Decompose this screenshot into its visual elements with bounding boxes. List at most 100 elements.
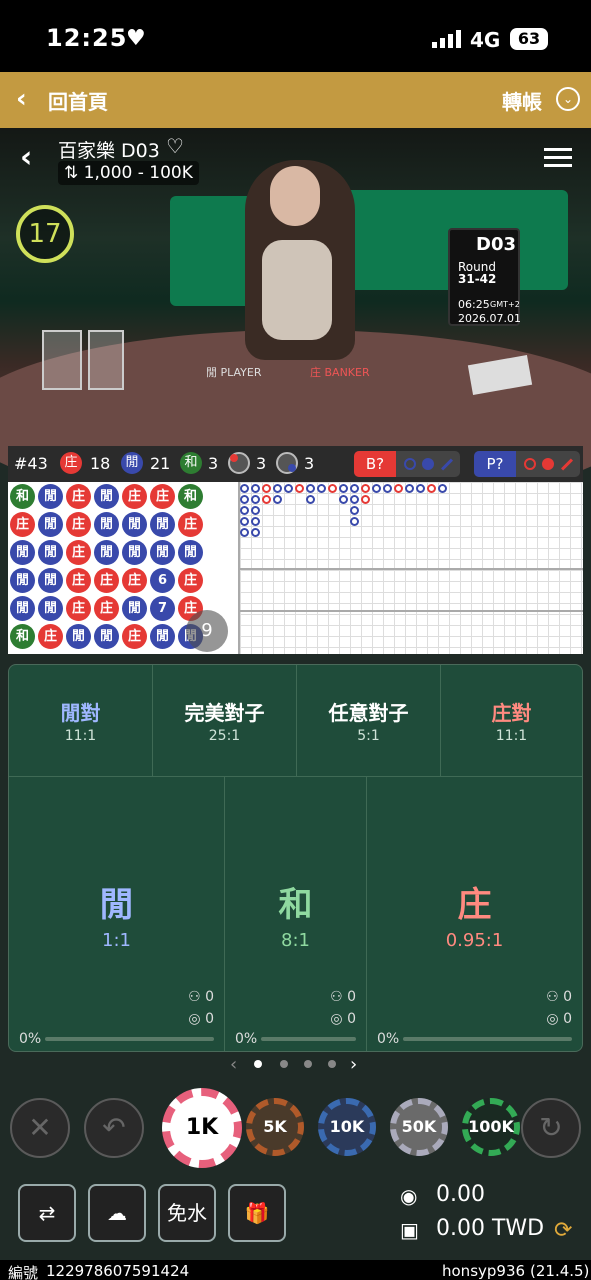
either-pair-odds: 5:1 xyxy=(357,728,380,744)
bead-cell: 庄 xyxy=(178,512,203,537)
perfect-pair-bet[interactable]: 完美對子 25:1 xyxy=(153,665,297,777)
page-dot[interactable] xyxy=(304,1060,312,1068)
chevron-down-icon[interactable]: ⌄ xyxy=(556,87,580,111)
chip-100k[interactable]: 100K xyxy=(462,1098,520,1156)
betting-panel: 閒對 11:1 完美對子 25:1 任意對子 5:1 庄對 11:1 閒 1:1… xyxy=(8,664,583,1052)
chip-10k[interactable]: 10K xyxy=(318,1098,376,1156)
users-icon: ⚇ xyxy=(188,989,206,1005)
ask-slash-icon xyxy=(560,458,574,471)
cloud-info-button[interactable]: ☁ xyxy=(88,1184,146,1242)
next-page-icon[interactable]: › xyxy=(350,1054,357,1075)
coins-icon: ◉ xyxy=(400,1184,418,1208)
bead-cell: 閒 xyxy=(10,596,35,621)
banker-ask-button[interactable]: B? xyxy=(354,451,460,477)
page-dot[interactable] xyxy=(280,1060,288,1068)
big-road-mark xyxy=(416,484,425,493)
tie-chips-count: 0 xyxy=(347,1011,356,1027)
big-road xyxy=(240,484,580,564)
player-bet-odds: 1:1 xyxy=(102,930,131,951)
perfect-pair-name: 完美對子 xyxy=(184,701,265,725)
big-road-mark xyxy=(240,528,249,537)
tie-bet-name: 和 xyxy=(278,885,313,925)
transfer-link[interactable]: 轉帳 xyxy=(502,86,542,115)
rebet-button[interactable]: ↻ xyxy=(521,1098,581,1158)
tie-bet[interactable]: 和 8:1 ⚇ 0 ◎ 0 0% xyxy=(225,777,367,1051)
ask-circle-icon xyxy=(404,458,416,470)
tie-badge: 和 xyxy=(180,452,202,474)
bead-cell: 庄 xyxy=(66,596,91,621)
bead-cell: 庄 xyxy=(10,512,35,537)
network-label: 4G xyxy=(470,28,501,52)
felt-banker-label: 庄 BANKER xyxy=(310,366,370,379)
screen-round: 31-42 xyxy=(458,272,497,286)
bead-cell: 閒 xyxy=(66,624,91,649)
game-id: 122978607591424 xyxy=(46,1262,190,1280)
banker-pair-odds: 11:1 xyxy=(495,728,528,744)
chip-5k[interactable]: 5K xyxy=(246,1098,304,1156)
link-button[interactable]: ⇄ xyxy=(18,1184,76,1242)
undo-button[interactable]: ↶ xyxy=(84,1098,144,1158)
tie-users: ⚇ 0 xyxy=(330,989,356,1005)
chip-1k[interactable]: 1K xyxy=(162,1088,242,1168)
player-pair-bet[interactable]: 閒對 11:1 xyxy=(9,665,153,777)
back-chevron-icon[interactable]: ‹ xyxy=(16,84,27,114)
road-divider xyxy=(238,568,583,570)
bead-cell: 庄 xyxy=(122,568,147,593)
bead-cell: 閒 xyxy=(150,512,175,537)
menu-icon[interactable] xyxy=(544,146,574,170)
perfect-pair-odds: 25:1 xyxy=(208,728,241,744)
bead-cell: 閒 xyxy=(150,624,175,649)
player-ask-label: P? xyxy=(474,451,516,477)
big-road-mark xyxy=(438,484,447,493)
dealer-face xyxy=(270,166,320,226)
player-bet[interactable]: 閒 1:1 ⚇ 0 ◎ 0 0% xyxy=(9,777,225,1051)
prev-page-icon[interactable]: ‹ xyxy=(230,1054,237,1075)
no-commission-button[interactable]: 免水 xyxy=(158,1184,216,1242)
refresh-balance-icon[interactable]: ⟳ xyxy=(554,1218,572,1243)
bead-cell: 庄 xyxy=(94,596,119,621)
limits-value: 1,000 - 100K xyxy=(83,163,193,183)
page-dot-active[interactable] xyxy=(254,1060,262,1068)
gift-button[interactable]: 🎁 xyxy=(228,1184,286,1242)
video-back-icon[interactable]: ‹ xyxy=(20,140,32,175)
player-pair-odds: 11:1 xyxy=(64,728,97,744)
big-road-mark xyxy=(427,484,436,493)
bead-cell: 閒 xyxy=(38,568,63,593)
app-root: 12:25 ♥ 4G 63 ‹ 回首頁 轉帳 ⌄ 閒 PLAYER 庄 BANK… xyxy=(0,0,591,1280)
player-ask-button[interactable]: P? xyxy=(474,451,580,477)
bet-total: 0.00 xyxy=(436,1182,485,1207)
big-road-mark xyxy=(350,484,359,493)
home-link[interactable]: 回首頁 xyxy=(48,86,108,115)
chip-tray: 1K 5K 10K 50K 100K xyxy=(158,1086,520,1170)
big-road-mark xyxy=(405,484,414,493)
bead-cell: 閒 xyxy=(94,540,119,565)
bead-cell: 閒 xyxy=(38,540,63,565)
banker-users-count: 0 xyxy=(563,989,572,1005)
countdown-timer: 17 xyxy=(16,205,74,263)
big-road-mark xyxy=(273,495,282,504)
player-count: 21 xyxy=(150,454,171,473)
bead-cell: 庄 xyxy=(178,568,203,593)
big-road-mark xyxy=(339,495,348,504)
bead-cell: 閒 xyxy=(38,484,63,509)
chip-50k[interactable]: 50K xyxy=(390,1098,448,1156)
tie-bet-pct: 0% xyxy=(235,1031,258,1047)
player-chips-count: 0 xyxy=(205,1011,214,1027)
shoe-number: #43 xyxy=(14,454,48,473)
big-road-mark xyxy=(394,484,403,493)
either-pair-bet[interactable]: 任意對子 5:1 xyxy=(297,665,441,777)
table-title: 百家樂 D03 xyxy=(58,140,160,162)
limits-icon: ⇅ xyxy=(64,163,84,183)
banker-pair-bet[interactable]: 庄對 11:1 xyxy=(441,665,582,777)
clear-bets-button[interactable]: ✕ xyxy=(10,1098,70,1158)
banker-bet[interactable]: 庄 0.95:1 ⚇ 0 ◎ 0 0% xyxy=(367,777,582,1051)
bead-count-badge[interactable]: 9 xyxy=(186,610,228,652)
page-dot[interactable] xyxy=(328,1060,336,1068)
bet-limits[interactable]: ⇅ 1,000 - 100K xyxy=(58,161,199,185)
bead-cell: 閒 xyxy=(150,540,175,565)
tie-chips: ◎ 0 xyxy=(330,1011,356,1027)
bead-cell: 庄 xyxy=(66,484,91,509)
favorite-heart-icon[interactable]: ♡ xyxy=(166,134,184,158)
banker-badge: 庄 xyxy=(60,452,82,474)
bead-cell: 庄 xyxy=(94,568,119,593)
